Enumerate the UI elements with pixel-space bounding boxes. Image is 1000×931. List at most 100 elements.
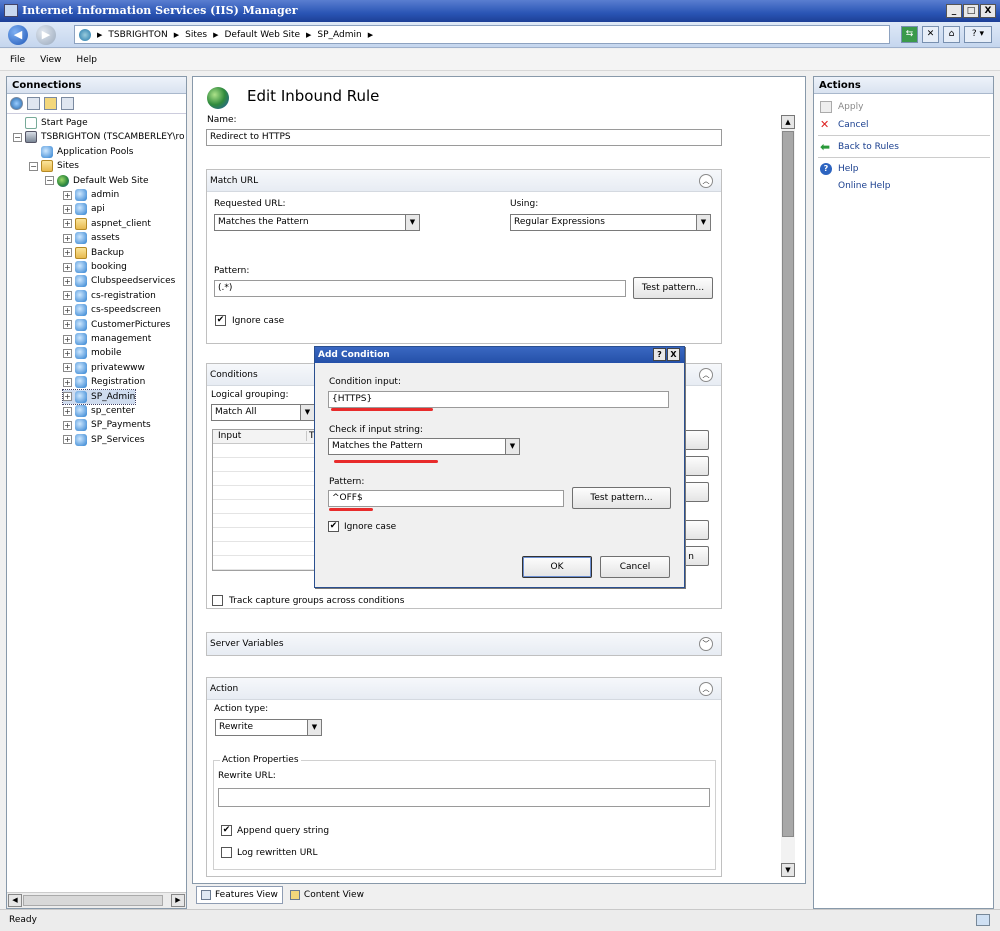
expand-icon[interactable]: + <box>63 363 72 373</box>
menu-view[interactable]: View <box>40 55 61 65</box>
expand-icon[interactable]: + <box>63 435 72 445</box>
expand-icon[interactable]: + <box>63 276 72 286</box>
collapse-icon[interactable]: − <box>45 176 54 186</box>
logical-grouping-select[interactable]: Match All ▼ <box>211 404 315 421</box>
editor-vertical-scrollbar[interactable]: ▲ ▼ <box>781 115 795 877</box>
expand-icon[interactable]: + <box>63 348 72 358</box>
dropdown-arrow-icon[interactable]: ▼ <box>696 215 710 230</box>
breadcrumb-app[interactable]: SP_Admin <box>317 30 361 40</box>
cancel-action[interactable]: ✕ Cancel <box>820 119 869 131</box>
content-view-tab[interactable]: Content View <box>285 886 369 904</box>
expand-icon[interactable]: + <box>63 305 72 315</box>
requested-url-select[interactable]: Matches the Pattern ▼ <box>214 214 420 231</box>
scrollbar-thumb[interactable] <box>782 131 794 837</box>
home-icon[interactable]: ⌂ <box>943 26 960 43</box>
expand-chevron-icon[interactable]: ﹀ <box>699 637 713 651</box>
expand-icon[interactable]: + <box>63 291 72 301</box>
dialog-ignore-case-checkbox[interactable]: ✔ <box>328 521 339 532</box>
track-capture-checkbox[interactable] <box>212 595 223 606</box>
collapse-icon[interactable]: − <box>13 132 22 142</box>
pattern-input[interactable]: (.*) <box>214 280 626 297</box>
table-row[interactable] <box>213 444 315 458</box>
tree-node[interactable]: − Default Web Site <box>45 174 149 188</box>
expand-icon[interactable]: + <box>63 204 72 214</box>
table-row[interactable] <box>213 528 315 542</box>
tree-node[interactable]: + admin <box>63 188 119 202</box>
menu-help[interactable]: Help <box>76 55 97 65</box>
conditions-grid[interactable]: Input T <box>212 429 316 571</box>
minimize-button[interactable]: _ <box>946 4 962 18</box>
rule-name-input[interactable]: Redirect to HTTPS <box>206 129 722 146</box>
stop-icon[interactable]: ✕ <box>922 26 939 43</box>
scrollbar-thumb[interactable] <box>23 895 163 906</box>
table-row[interactable] <box>213 514 315 528</box>
menu-file[interactable]: File <box>10 55 25 65</box>
close-button[interactable]: X <box>980 4 996 18</box>
ignore-case-checkbox[interactable]: ✔ <box>215 315 226 326</box>
scroll-right-icon[interactable]: ▶ <box>171 894 185 907</box>
disconnect-icon[interactable] <box>61 97 74 110</box>
tree-node[interactable]: + CustomerPictures <box>63 318 170 332</box>
scroll-left-icon[interactable]: ◀ <box>8 894 22 907</box>
tree-node[interactable]: + mobile <box>63 346 122 360</box>
expand-icon[interactable]: + <box>63 406 72 416</box>
back-to-rules-action[interactable]: ⬅ Back to Rules <box>820 141 899 153</box>
breadcrumb-sites[interactable]: Sites <box>185 30 207 40</box>
check-if-select[interactable]: Matches the Pattern ▼ <box>328 438 520 455</box>
tree-node[interactable]: + assets <box>63 231 120 245</box>
tree-node[interactable]: + SP_Services <box>63 433 145 447</box>
forward-arrow-icon[interactable]: ▶ <box>36 25 56 45</box>
help-action[interactable]: ? Help <box>820 163 859 175</box>
expand-icon[interactable]: + <box>63 190 72 200</box>
apply-action[interactable]: Apply <box>820 101 863 113</box>
expand-icon[interactable]: + <box>63 420 72 430</box>
tree-node[interactable]: + Backup <box>63 246 124 260</box>
expand-icon[interactable]: + <box>63 233 72 243</box>
table-row[interactable] <box>213 556 315 570</box>
go-icon[interactable]: ⇆ <box>901 26 918 43</box>
breadcrumb-site[interactable]: Default Web Site <box>225 30 301 40</box>
collapse-chevron-icon[interactable]: ︿ <box>699 368 713 382</box>
append-query-checkbox[interactable]: ✔ <box>221 825 232 836</box>
tree-node[interactable]: − Sites <box>29 159 79 173</box>
expand-icon[interactable]: + <box>63 334 72 344</box>
scroll-down-icon[interactable]: ▼ <box>781 863 795 877</box>
tree-node[interactable]: + management <box>63 332 151 346</box>
action-type-select[interactable]: Rewrite ▼ <box>215 719 322 736</box>
server-variables-header[interactable]: Server Variables ﹀ <box>207 633 721 655</box>
tree-node[interactable]: + cs-speedscreen <box>63 303 161 317</box>
rewrite-url-input[interactable] <box>218 788 710 807</box>
dialog-cancel-button[interactable]: Cancel <box>600 556 670 578</box>
tree-node[interactable]: + cs-registration <box>63 289 156 303</box>
dropdown-arrow-icon[interactable]: ▼ <box>505 439 519 454</box>
scroll-up-icon[interactable]: ▲ <box>781 115 795 129</box>
expand-icon[interactable]: + <box>63 219 72 229</box>
tree-node[interactable]: + api <box>63 202 105 216</box>
collapse-icon[interactable]: − <box>29 161 38 171</box>
table-row[interactable] <box>213 500 315 514</box>
action-header[interactable]: Action ︿ <box>207 678 721 700</box>
dialog-title-bar[interactable]: Add Condition ? X <box>315 347 684 363</box>
input-column-header[interactable]: Input <box>218 431 241 441</box>
dropdown-arrow-icon[interactable]: ▼ <box>307 720 321 735</box>
dialog-pattern-input[interactable]: ^OFF$ <box>328 490 564 507</box>
dialog-help-button[interactable]: ? <box>653 348 666 361</box>
dropdown-arrow-icon[interactable]: ▼ <box>405 215 419 230</box>
expand-icon[interactable]: + <box>63 392 72 402</box>
collapse-chevron-icon[interactable]: ︿ <box>699 174 713 188</box>
tree-node[interactable]: + sp_center <box>63 404 135 418</box>
window-title-bar[interactable]: Internet Information Services (IIS) Mana… <box>0 0 1000 22</box>
tree-node[interactable]: Start Page <box>13 116 88 130</box>
using-select[interactable]: Regular Expressions ▼ <box>510 214 711 231</box>
tree-node[interactable]: + Clubspeedservices <box>63 274 175 288</box>
maximize-button[interactable]: □ <box>963 4 979 18</box>
dialog-test-pattern-button[interactable]: Test pattern... <box>572 487 671 509</box>
address-breadcrumb[interactable]: ▶ TSBRIGHTON ▶ Sites ▶ Default Web Site … <box>74 25 890 44</box>
online-help-link[interactable]: Online Help <box>838 181 890 191</box>
log-rewritten-checkbox[interactable] <box>221 847 232 858</box>
tree-node[interactable]: + SP_Admin <box>61 388 137 405</box>
tree-node[interactable]: + booking <box>63 260 127 274</box>
collapse-chevron-icon[interactable]: ︿ <box>699 682 713 696</box>
connect-icon[interactable] <box>10 97 23 110</box>
match-url-header[interactable]: Match URL ︿ <box>207 170 721 192</box>
